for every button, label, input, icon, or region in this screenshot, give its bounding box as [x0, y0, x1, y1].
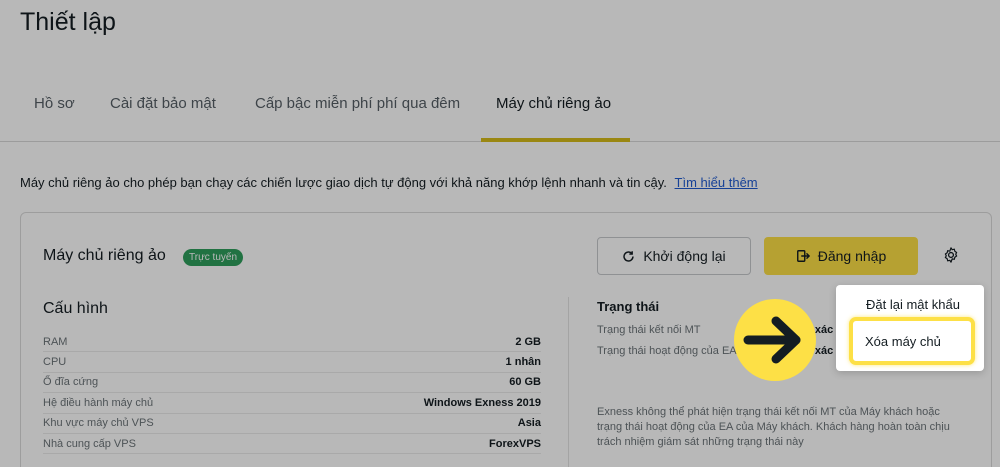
- ea-status-label: Trạng thái hoạt động của EA: [597, 345, 737, 357]
- delete-server-item[interactable]: Xóa máy chủ: [865, 334, 941, 349]
- arrow-right-icon: [743, 316, 801, 364]
- config-row-disk: Ổ đĩa cứng 60 GB: [43, 373, 541, 394]
- vps-description: Máy chủ riêng ảo cho phép bạn chạy các c…: [20, 175, 758, 190]
- mt-status-label: Trạng thái kết nối MT: [597, 324, 701, 336]
- gear-icon[interactable]: [942, 246, 960, 264]
- config-table: RAM 2 GB CPU 1 nhân Ổ đĩa cứng 60 GB Hệ điề…: [43, 332, 541, 455]
- tab-security[interactable]: Cài đặt bảo mật: [110, 95, 216, 112]
- config-value: Windows Exness 2019: [423, 396, 541, 409]
- tab-profile[interactable]: Hồ sơ: [34, 95, 75, 112]
- login-label: Đăng nhập: [817, 248, 887, 264]
- config-key: Khu vực máy chủ VPS: [43, 417, 154, 430]
- vps-card-title: Máy chủ riêng ảo: [43, 247, 166, 264]
- config-row-ram: RAM 2 GB: [43, 332, 541, 353]
- config-key: Nhà cung cấp VPS: [43, 437, 136, 450]
- page-title: Thiết lập: [20, 8, 116, 36]
- config-value: ForexVPS: [489, 437, 541, 450]
- tab-vps[interactable]: Máy chủ riêng ảo: [496, 95, 611, 112]
- config-key: Hệ điều hành máy chủ: [43, 396, 154, 409]
- pointer-highlight: [734, 299, 816, 381]
- learn-more-link[interactable]: Tìm hiểu thêm: [675, 175, 758, 190]
- status-badge: Trực tuyến: [183, 249, 244, 266]
- restart-label: Khởi động lại: [643, 248, 726, 264]
- config-key: CPU: [43, 356, 67, 369]
- restart-button[interactable]: Khởi động lại: [597, 237, 751, 275]
- config-key: RAM: [43, 335, 68, 348]
- config-key: Ổ đĩa cứng: [43, 376, 99, 389]
- config-value: Asia: [517, 417, 541, 430]
- card-divider: [568, 297, 569, 467]
- config-row-cpu: CPU 1 nhân: [43, 352, 541, 373]
- vps-description-text: Máy chủ riêng ảo cho phép bạn chạy các c…: [20, 175, 667, 190]
- login-button[interactable]: Đăng nhập: [764, 237, 918, 275]
- status-note: Exness không thể phát hiện trạng thái kế…: [597, 406, 950, 448]
- status-title: Trạng thái: [597, 299, 660, 314]
- login-icon: [796, 250, 810, 262]
- tab-swap-free[interactable]: Cấp bậc miễn phí phí qua đêm: [255, 95, 460, 112]
- tab-bar: Hồ sơ Cài đặt bảo mật Cấp bậc miễn phí p…: [0, 82, 1000, 142]
- delete-server-highlight: Xóa máy chủ: [849, 317, 975, 365]
- config-value: 1 nhân: [505, 356, 541, 369]
- config-row-region: Khu vực máy chủ VPS Asia: [43, 414, 541, 434]
- refresh-icon: [623, 250, 635, 262]
- config-title: Cấu hình: [43, 300, 108, 317]
- config-row-provider: Nhà cung cấp VPS ForexVPS: [43, 434, 541, 455]
- config-value: 2 GB: [515, 335, 541, 348]
- config-value: 60 GB: [509, 376, 541, 389]
- reset-password-item[interactable]: Đặt lại mật khẩu: [866, 297, 960, 312]
- active-tab-indicator: [481, 138, 630, 142]
- config-row-os: Hệ điều hành máy chủ Windows Exness 2019: [43, 393, 541, 414]
